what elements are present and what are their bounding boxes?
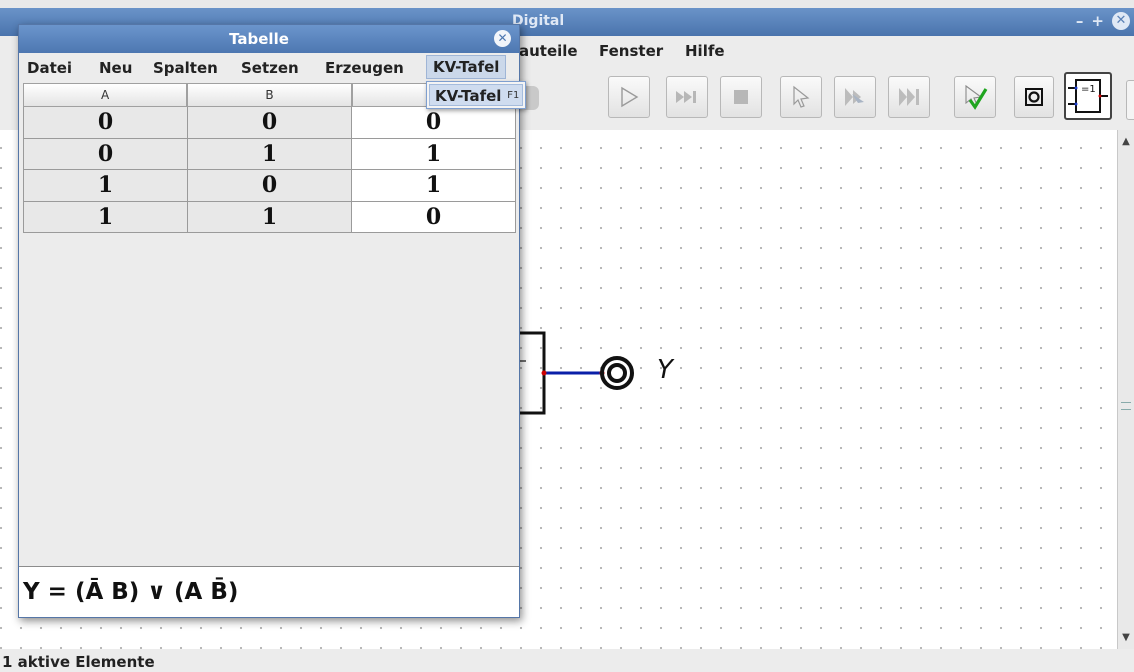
- menu-spalten[interactable]: Spalten: [153, 57, 218, 79]
- cell-output[interactable]: 1: [352, 138, 516, 170]
- scroll-up-icon[interactable]: ▲: [1118, 134, 1134, 150]
- table-row: 1 0 1: [23, 170, 516, 202]
- cell-output[interactable]: 0: [352, 107, 516, 139]
- status-text: 1 aktive Elemente: [2, 653, 155, 671]
- cell-input: 0: [23, 107, 188, 139]
- cell-input: 0: [188, 107, 352, 139]
- cell-input: 0: [188, 170, 352, 202]
- dialog-title: Tabelle: [229, 30, 289, 48]
- menu-item-shortcut: F1: [507, 90, 520, 101]
- vertical-scrollbar[interactable]: ▲ ▼: [1117, 130, 1134, 649]
- menu-datei[interactable]: Datei: [27, 57, 72, 79]
- menu-item-label: KV-Tafel: [435, 87, 502, 105]
- table-row: 0 1 1: [23, 138, 516, 170]
- expression-panel: Y = (Ā B) ∨ (A B̄): [19, 566, 519, 617]
- cell-input: 1: [188, 201, 352, 233]
- cell-output[interactable]: 1: [352, 170, 516, 202]
- column-header-b[interactable]: B: [187, 83, 352, 107]
- cell-input: 1: [188, 138, 352, 170]
- scroll-down-icon[interactable]: ▼: [1118, 630, 1134, 646]
- dialog-close-icon[interactable]: ✕: [494, 30, 511, 47]
- table-row: 0 0 0: [23, 107, 516, 139]
- kv-tafel-dropdown: KV-Tafel F1: [426, 81, 526, 109]
- menu-setzen[interactable]: Setzen: [241, 57, 299, 79]
- output-y[interactable]: [600, 356, 634, 390]
- column-header-a[interactable]: A: [23, 83, 188, 107]
- menu-neu[interactable]: Neu: [99, 57, 132, 79]
- menu-item-kv-tafel[interactable]: KV-Tafel F1: [429, 84, 523, 106]
- gate-output-pin: [541, 370, 547, 376]
- menu-kv-tafel[interactable]: KV-Tafel: [426, 55, 507, 79]
- status-bar: 1 aktive Elemente: [0, 649, 1134, 672]
- cell-output[interactable]: 0: [352, 201, 516, 233]
- scroll-thumb-grip[interactable]: [1121, 402, 1131, 410]
- cell-input: 1: [23, 170, 188, 202]
- boolean-expression: Y = (Ā B) ∨ (A B̄): [23, 579, 239, 605]
- cell-input: 0: [23, 138, 188, 170]
- dialog-titlebar[interactable]: Tabelle ✕: [19, 25, 519, 53]
- output-label: Y: [657, 355, 673, 385]
- cell-input: 1: [23, 201, 188, 233]
- menu-erzeugen[interactable]: Erzeugen: [325, 57, 404, 79]
- truth-table-dialog: Tabelle ✕ Datei Neu Spalten Setzen Erzeu…: [18, 24, 520, 618]
- desktop: Digital – + ✕ auteile Fenster Hilfe =1 Y…: [0, 0, 1134, 672]
- table-row: 1 1 0: [23, 201, 516, 233]
- dialog-menubar: Datei Neu Spalten Setzen Erzeugen KV-Taf…: [19, 53, 519, 83]
